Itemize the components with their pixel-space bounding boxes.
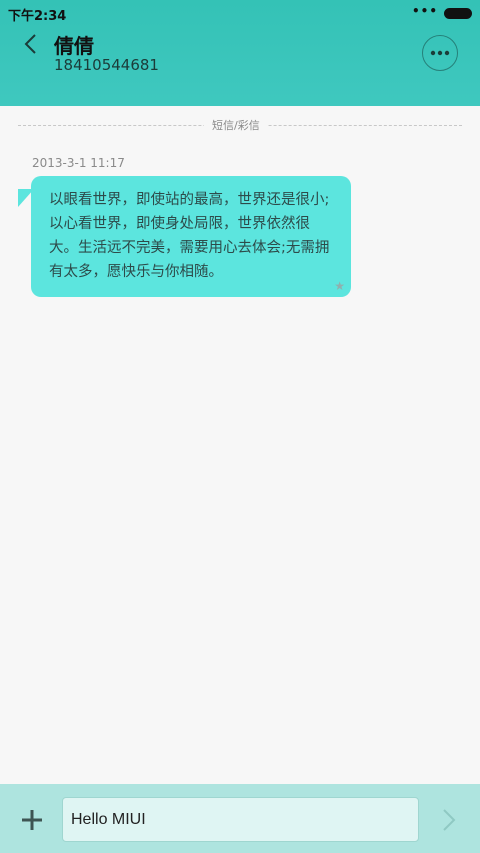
message-text: 以眼看世界，即使站的最高，世界还是很小;以心看世界，即使身处局限，世界依然很大。… [49,192,330,280]
sms-conversation-screen: 下午2:34 ••• 倩倩 18410544681 短信/彩信 2013-3-1… [0,0,480,853]
send-button[interactable] [434,805,464,835]
more-icon [430,50,450,56]
chevron-right-icon [443,809,456,831]
star-icon: ★ [334,279,345,293]
contact-number: 18410544681 [54,56,159,74]
conversation-header: 下午2:34 ••• 倩倩 18410544681 [0,0,480,106]
chevron-left-icon [24,34,36,54]
status-time: 下午2:34 [8,9,67,24]
more-options-button[interactable] [422,35,458,71]
battery-icon [444,8,472,19]
back-button[interactable] [14,28,46,60]
status-dots: ••• [411,4,438,18]
message-bubble[interactable]: 以眼看世界，即使站的最高，世界还是很小;以心看世界，即使身处局限，世界依然很大。… [31,176,351,297]
contact-name: 倩倩 [54,34,94,58]
message-input[interactable] [62,797,419,842]
add-attachment-button[interactable] [16,804,48,836]
status-bar: 下午2:34 ••• [0,0,480,26]
composer-bar [0,784,480,853]
divider-label: 短信/彩信 [204,117,268,133]
message-timestamp: 2013-3-1 11:17 [32,156,125,170]
plus-icon [22,810,42,830]
